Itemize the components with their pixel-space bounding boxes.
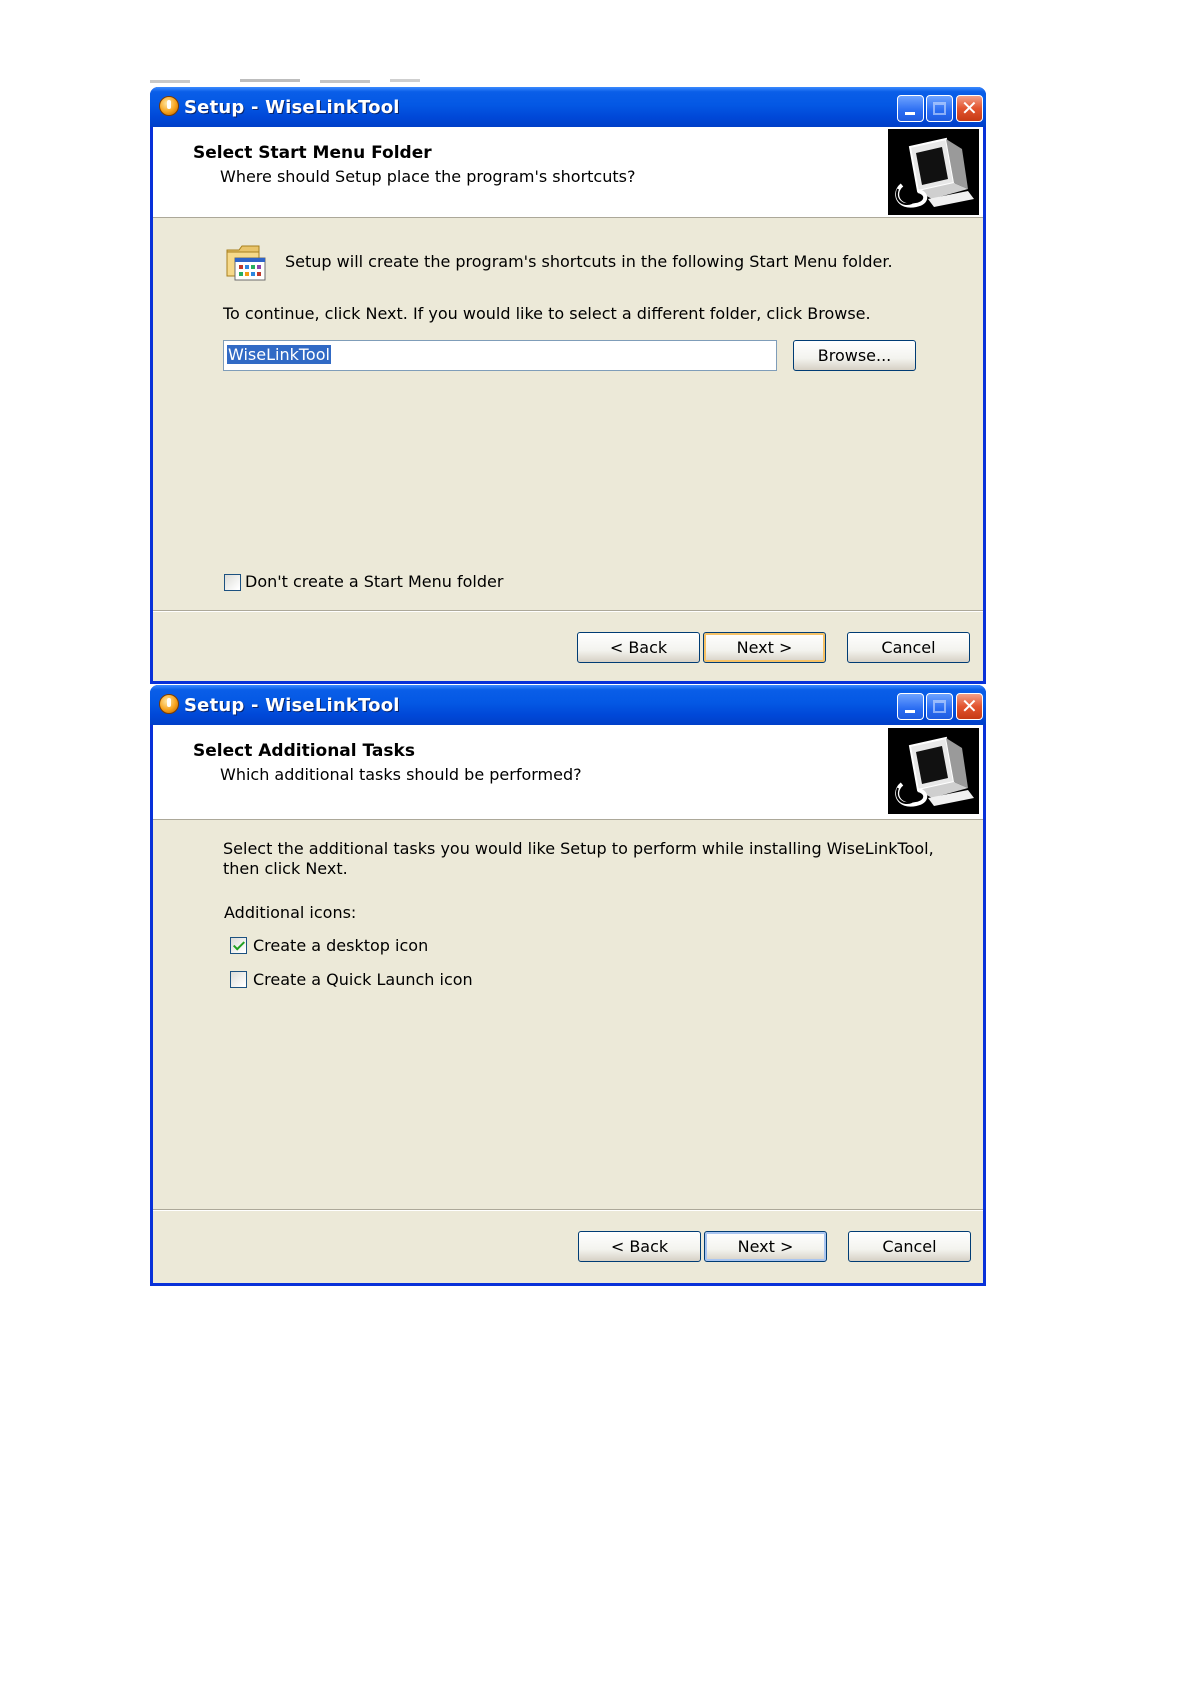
title-bar[interactable]: Setup - WiseLinkTool ✕ (150, 685, 986, 725)
setup-app-icon (159, 96, 179, 116)
title-bar[interactable]: Setup - WiseLinkTool ✕ (150, 87, 986, 127)
intro-text-line2: then click Next. (223, 859, 348, 878)
back-button[interactable]: < Back (578, 1231, 701, 1262)
maximize-icon (933, 700, 946, 713)
quick-launch-icon-checkbox[interactable] (230, 971, 247, 988)
intro-text-line1: Select the additional tasks you would li… (223, 839, 934, 858)
minimize-icon (905, 710, 915, 713)
page-subtitle: Where should Setup place the program's s… (220, 167, 636, 186)
installer-computer-icon (888, 728, 979, 814)
info-text: Setup will create the program's shortcut… (285, 252, 893, 271)
close-button[interactable]: ✕ (956, 95, 983, 122)
maximize-button (926, 95, 953, 122)
page-title: Select Start Menu Folder (193, 143, 432, 163)
wizard-header: Select Start Menu Folder Where should Se… (153, 127, 983, 218)
setup-window-start-menu: Setup - WiseLinkTool ✕ Select Start Menu… (150, 87, 986, 684)
page-title: Select Additional Tasks (193, 741, 415, 761)
desktop-icon-checkbox[interactable] (230, 937, 247, 954)
no-start-menu-folder-checkbox[interactable] (224, 574, 241, 591)
wizard-header: Select Additional Tasks Which additional… (153, 725, 983, 820)
cancel-button[interactable]: Cancel (848, 1231, 971, 1262)
clipped-background-strip (150, 79, 420, 83)
footer-separator (153, 1209, 983, 1211)
minimize-button[interactable] (897, 693, 924, 720)
footer-separator (153, 610, 983, 612)
browse-button[interactable]: Browse... (793, 340, 916, 371)
setup-app-icon (159, 694, 179, 714)
maximize-button (926, 693, 953, 720)
instruction-text: To continue, click Next. If you would li… (223, 304, 871, 323)
desktop-icon-label[interactable]: Create a desktop icon (253, 936, 428, 955)
window-title: Setup - WiseLinkTool (184, 695, 400, 716)
minimize-button[interactable] (897, 95, 924, 122)
maximize-icon (933, 102, 946, 115)
next-button[interactable]: Next > (703, 632, 826, 663)
page-subtitle: Which additional tasks should be perform… (220, 765, 582, 784)
minimize-icon (905, 112, 915, 115)
no-start-menu-folder-label[interactable]: Don't create a Start Menu folder (245, 572, 503, 591)
close-icon: ✕ (961, 694, 978, 718)
close-button[interactable]: ✕ (956, 693, 983, 720)
start-menu-folder-input[interactable]: WiseLinkTool (223, 340, 777, 371)
additional-icons-label: Additional icons: (224, 903, 357, 922)
quick-launch-icon-label[interactable]: Create a Quick Launch icon (253, 970, 473, 989)
window-title: Setup - WiseLinkTool (184, 97, 400, 118)
cancel-button[interactable]: Cancel (847, 632, 970, 663)
next-button[interactable]: Next > (704, 1231, 827, 1262)
start-menu-folder-icon (226, 245, 266, 281)
folder-input-value: WiseLinkTool (227, 345, 331, 364)
close-icon: ✕ (961, 96, 978, 120)
back-button[interactable]: < Back (577, 632, 700, 663)
setup-window-additional-tasks: Setup - WiseLinkTool ✕ Select Additional… (150, 685, 986, 1286)
installer-computer-icon (888, 129, 979, 215)
